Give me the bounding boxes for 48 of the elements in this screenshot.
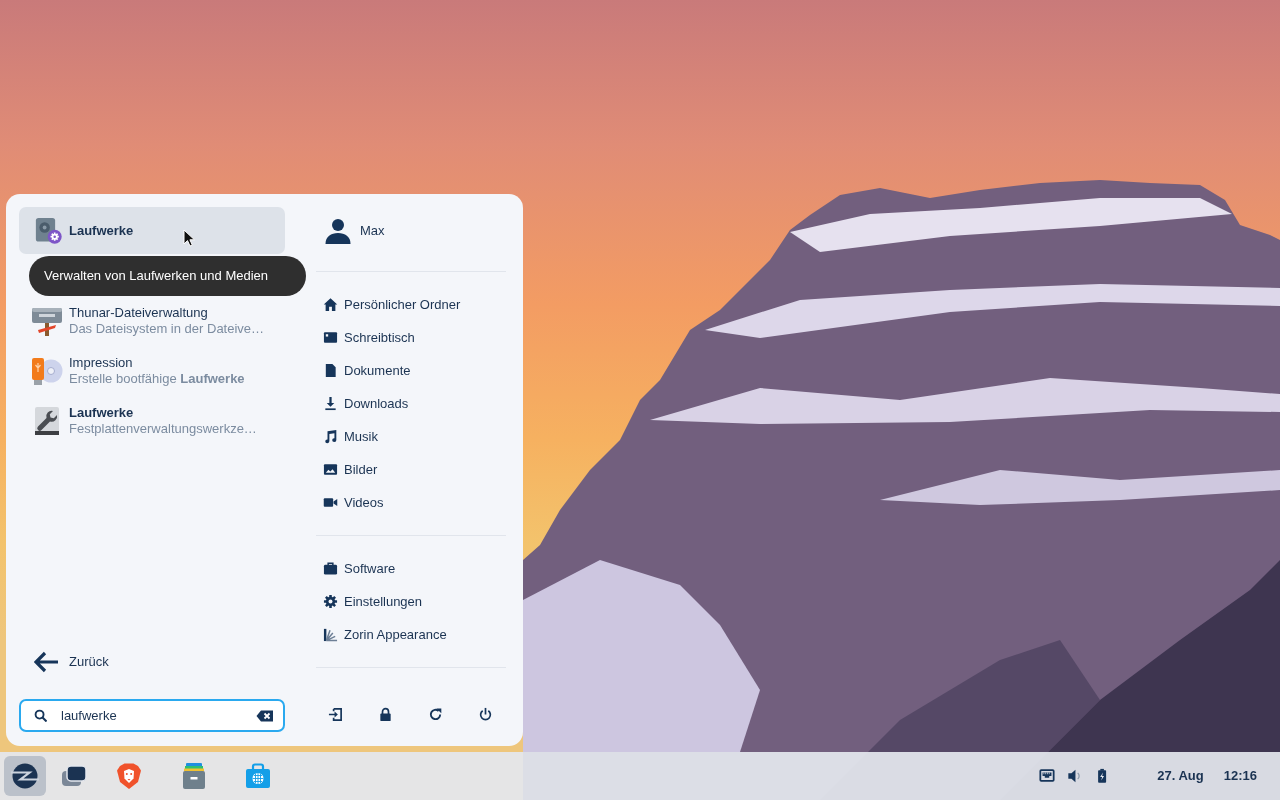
music-note-icon [323,429,338,444]
place-item[interactable]: Videos [316,486,506,519]
desktop-icon [323,330,338,345]
appearance-icon [323,627,338,642]
disk-gear-icon [35,216,63,245]
lion-shield-icon [115,762,143,790]
restart-icon [427,706,443,722]
network-port-icon[interactable] [1039,768,1056,784]
usb-stick-disc-icon [31,355,63,387]
place-item[interactable]: Musik [316,420,506,453]
search-result[interactable]: Laufwerke [19,207,285,254]
search-result[interactable]: Laufwerke Festplattenverwaltungswerkze… [19,396,285,446]
taskbar-button[interactable] [4,756,46,796]
clock-time[interactable]: 12:16 [1223,766,1257,786]
place-item[interactable]: Persönlicher Ordner [316,288,506,321]
back-button[interactable]: Zurück [19,644,285,680]
menu-item[interactable]: Software [316,552,506,585]
menu-item[interactable]: Einstellungen [316,585,506,618]
briefcase-icon [323,561,338,576]
place-item[interactable]: Schreibtisch [316,321,506,354]
file-cabinet-icon [180,762,208,790]
search-field[interactable]: laufwerke [19,699,285,732]
back-arrow-icon [34,651,58,673]
search-result[interactable]: Thunar-Dateiverwaltung Das Dateisystem in der Dateive… [19,296,285,346]
tooltip: Verwalten von Laufwerken und Medien [29,256,306,296]
clear-icon[interactable] [256,709,273,723]
shopping-bag-icon [244,762,272,790]
search-icon [34,709,47,722]
document-icon [323,363,338,378]
place-item[interactable]: Downloads [316,387,506,420]
lock-icon [377,706,393,722]
video-camera-icon [323,495,338,510]
power-icon [477,706,493,722]
user-icon [325,218,351,244]
menu-item[interactable]: Zorin Appearance [316,618,506,651]
download-icon [323,396,338,411]
z-logo-icon [11,762,39,790]
clock-date[interactable]: 27. Aug [1157,766,1204,786]
settings-icon [323,594,338,609]
mouse-pointer-icon [183,229,196,247]
search-result[interactable]: Impression Erstelle bootfähige Laufwerke [19,346,285,396]
home-icon [323,297,338,312]
drawer-signpost-icon [31,305,63,337]
place-item[interactable]: Bilder [316,453,506,486]
place-item[interactable]: Dokumente [316,354,506,387]
user-account-button[interactable]: Max [316,207,506,255]
logout-icon [327,706,343,722]
image-icon [323,462,338,477]
